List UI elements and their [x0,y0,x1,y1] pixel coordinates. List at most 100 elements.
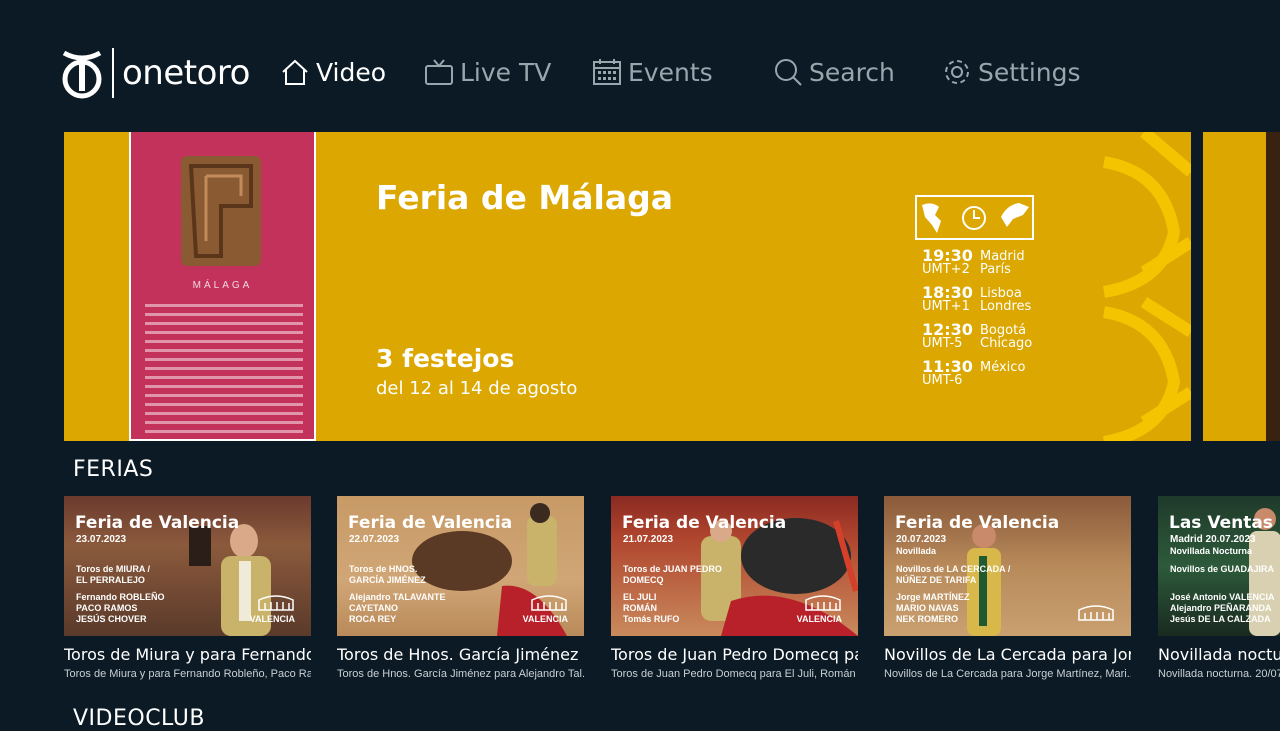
video-card[interactable]: Las Ventas Madrid 20.07.2023 Novillada N… [1158,496,1280,680]
thumb-line: EL JULI [623,592,657,602]
gear-icon [945,60,969,84]
bullring-icon [1078,605,1114,621]
thumb-city: VALENCIA [522,614,568,624]
card-title: Toros de Juan Pedro Domecq par... [611,645,858,664]
nav-live-tv[interactable]: Live TV [424,52,551,92]
thumb-line: ROCA REY [349,614,397,624]
card-title: Novillos de La Cercada para Jorge... [884,645,1131,664]
nav-search[interactable]: Search [773,52,895,92]
feria-poster: MÁLAGA [129,132,316,441]
thumb-line: Toros de MIURA / [76,564,150,574]
thumb-line: JESÚS CHOVER [76,614,147,624]
thumb-line: Jorge MARTÍNEZ [896,592,970,602]
thumb-line: José Antonio VALENCIA [1170,592,1275,602]
poster-text-lines [145,298,303,439]
nav-settings-label: Settings [978,57,1081,87]
thumb-line: MARIO NAVAS [896,603,959,613]
thumb-line: Novillos de LA CERCADA / [896,564,1011,574]
nav-video-label: Video [316,57,387,87]
video-thumbnail: Feria de Valencia 22.07.2023 Toros de HN… [337,496,584,636]
thumb-line: NEK ROMERO [896,614,959,624]
thumb-line: Jesús DE LA CALZADA [1170,614,1271,624]
bullring-icon [531,595,567,611]
thumb-line: Toros de JUAN PEDRO [623,564,722,574]
city: Londres [980,299,1032,314]
search-icon [775,59,802,86]
thumb-line: Novillos de GUADAJIRA [1170,564,1275,574]
bullring-icon [805,595,841,611]
poster-artwork [181,156,261,266]
card-subtitle: Toros de Hnos. García Jiménez para Aleja… [337,668,584,680]
thumb-date: 22.07.2023 [349,534,400,545]
city: Chicago [980,336,1033,351]
thumb-date: 21.07.2023 [623,534,674,545]
video-card[interactable]: Feria de Valencia 23.07.2023 Toros de MI… [64,496,311,680]
nav-search-label: Search [809,57,895,87]
thumb-title: Feria de Valencia [75,513,240,533]
tv-icon [425,59,453,85]
bullring-icon [258,595,294,611]
hero-banner-feria-malaga[interactable]: MÁLAGA Feria de Málaga 3 festejos del 12… [64,132,1191,441]
time-value: 19:30 [922,246,973,265]
logo-separator [112,48,114,98]
thumb-line: EL PERRALEJO [76,575,145,585]
video-thumbnail: Las Ventas Madrid 20.07.2023 Novillada N… [1158,496,1280,636]
thumb-line: ROMÁN [623,603,657,613]
section-title-ferias: FERIAS [73,457,154,482]
thumb-line: Toros de HNOS. [349,564,418,574]
thumb-line: DOMECQ [623,575,664,585]
card-subtitle: Toros de Miura y para Fernando Robleño, … [64,668,311,680]
nav-video[interactable]: Video [280,52,386,92]
thumb-date: 20.07.2023 [896,534,947,545]
card-subtitle: Novillada nocturna. 20/07 [1158,668,1280,680]
video-thumbnail: Feria de Valencia 20.07.2023 Novillada N… [884,496,1131,636]
onetoro-logo[interactable]: onetoro [62,46,250,100]
section-title-videoclub: VIDEOCLUB [73,706,205,731]
thumb-title: Feria de Valencia [622,513,787,533]
city: París [980,262,1011,277]
video-thumbnail: Feria de Valencia 21.07.2023 Toros de JU… [611,496,858,636]
thumb-line: Fernando ROBLEÑO [76,592,165,602]
hero-banner-next[interactable] [1203,132,1280,441]
world-clock-icon [915,195,1034,240]
video-card[interactable]: Feria de Valencia 22.07.2023 Toros de HN… [337,496,584,680]
card-title: Novillada nocturn [1158,645,1280,664]
thumb-line: Tomás RUFO [623,614,680,624]
thumb-title: Feria de Valencia [895,513,1060,533]
decorative-pattern [1102,132,1191,441]
thumb-line: Alejandro PEÑARANDA [1170,603,1272,613]
thumb-line: Novillada Nocturna [1170,546,1253,556]
video-thumbnail: Feria de Valencia 23.07.2023 Toros de MI… [64,496,311,636]
poster-title: MÁLAGA [192,280,253,291]
card-subtitle: Novillos de La Cercada para Jorge Martín… [884,668,1131,680]
thumb-title: Las Ventas [1169,513,1273,533]
thumb-title: Feria de Valencia [348,513,513,533]
video-card[interactable]: Feria de Valencia 20.07.2023 Novillada N… [884,496,1131,680]
home-icon [282,59,308,85]
hero-festejos: 3 festejos [376,344,515,373]
nav-events[interactable]: Events [592,52,713,92]
thumb-city: VALENCIA [249,614,295,624]
city: México [980,360,1026,375]
time-value: 18:30 [922,283,973,302]
thumb-line: GARCÍA JIMÉNEZ [349,575,426,585]
thumb-line: NÚÑEZ DE TARIFA [896,575,977,585]
thumb-line: CAYETANO [349,603,399,613]
thumb-line: Alejandro TALAVANTE [349,592,446,602]
card-title: Toros de Hnos. García Jiménez pa... [337,645,584,664]
nav-settings[interactable]: Settings [942,52,1081,92]
video-card[interactable]: Feria de Valencia 21.07.2023 Toros de JU… [611,496,858,680]
hero-next-edge [1266,132,1280,441]
thumb-date: Madrid 20.07.2023 [1170,534,1256,545]
thumb-city: VALENCIA [796,614,842,624]
thumb-line: Novillada [896,546,937,556]
nav-events-label: Events [628,57,713,87]
hero-dates: del 12 al 14 de agosto [376,378,578,399]
thumb-date: 23.07.2023 [76,534,127,545]
bull-logo-icon [62,50,102,99]
top-navigation: onetoro Video Live TV Events Search Sett… [0,0,1280,130]
thumb-line: PACO RAMOS [76,603,138,613]
hero-title: Feria de Málaga [376,178,673,217]
card-title: Toros de Miura y para Fernando R... [64,645,311,664]
time-value: 12:30 [922,320,973,339]
